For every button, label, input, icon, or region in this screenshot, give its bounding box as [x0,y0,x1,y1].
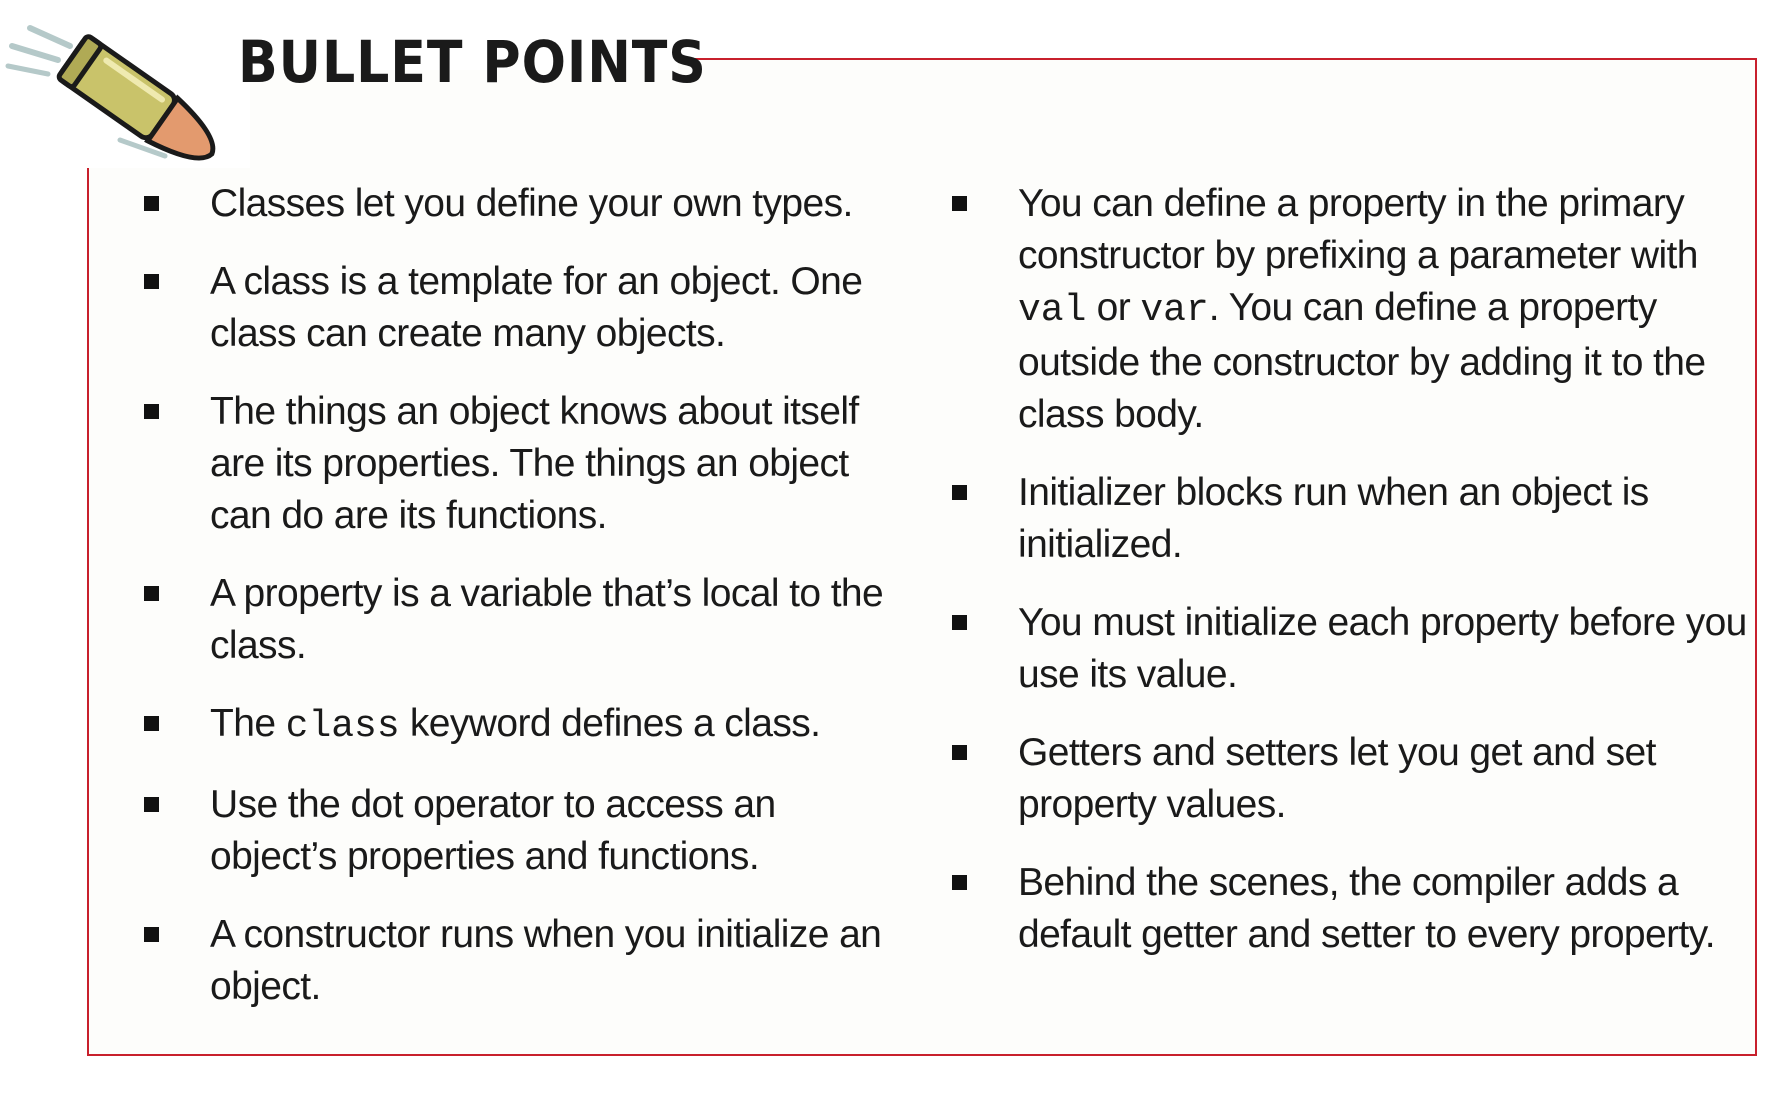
list-item: Initializer blocks run when an object is… [948,467,1748,571]
list-item: The class keyword defines a class. [140,698,900,753]
left-bullet-list: Classes let you define your own types. A… [140,178,900,1039]
square-bullet-icon [952,745,967,760]
code-keyword: val [1018,289,1087,332]
square-bullet-icon [144,927,159,942]
code-keyword: class [285,705,400,748]
square-bullet-icon [952,485,967,500]
list-item: The things an object knows about itself … [140,386,900,542]
list-item: You can define a property in the primary… [948,178,1748,441]
list-item: Use the dot operator to access an object… [140,779,900,883]
square-bullet-icon [144,716,159,731]
square-bullet-icon [144,274,159,289]
square-bullet-icon [144,196,159,211]
square-bullet-icon [952,196,967,211]
page-title: BULLET POINTS [238,28,707,96]
square-bullet-icon [144,797,159,812]
square-bullet-icon [952,875,967,890]
list-item: Getters and setters let you get and set … [948,727,1748,831]
list-item: Behind the scenes, the compiler adds a d… [948,857,1748,961]
code-keyword: var [1140,289,1209,332]
list-item: Classes let you define your own types. [140,178,900,230]
list-item: A property is a variable that’s local to… [140,568,900,672]
list-item: A constructor runs when you initialize a… [140,909,900,1013]
square-bullet-icon [144,404,159,419]
square-bullet-icon [144,586,159,601]
bullet-icon [0,8,250,168]
square-bullet-icon [952,615,967,630]
list-item: You must initialize each property before… [948,597,1748,701]
right-bullet-list: You can define a property in the primary… [948,178,1748,987]
list-item: A class is a template for an object. One… [140,256,900,360]
